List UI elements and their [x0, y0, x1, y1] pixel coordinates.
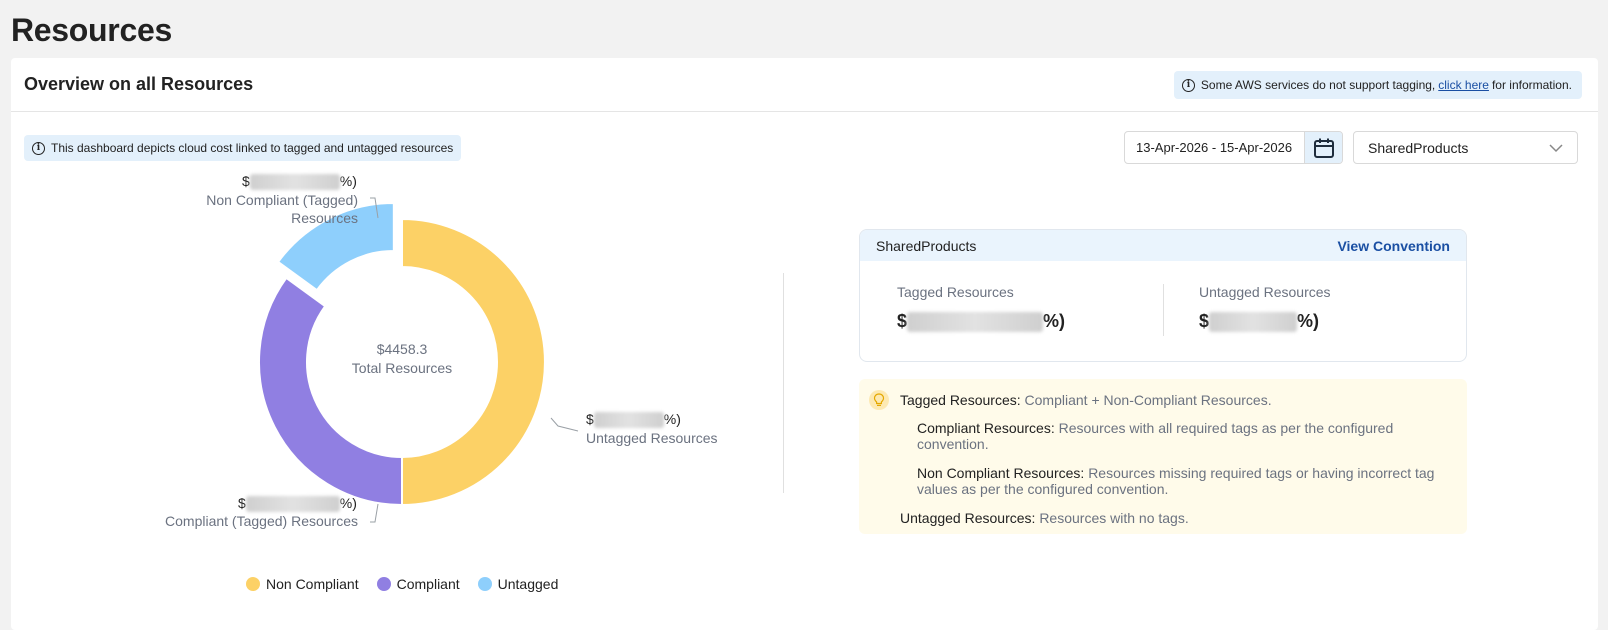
def-tagged: Tagged Resources: Compliant + Non-Compli…: [900, 392, 1272, 408]
tagged-label: Tagged Resources: [897, 284, 1014, 300]
summary-body: Tagged Resources $%) Untagged Resources …: [860, 261, 1466, 361]
noncompliant-value: $%): [242, 173, 357, 191]
aws-note-suffix: for information.: [1491, 78, 1572, 92]
lightbulb-icon: [869, 390, 889, 410]
def-noncompliant-cont: values as per the configured convention.: [917, 481, 1169, 497]
calendar-icon[interactable]: [1304, 132, 1342, 163]
legend-label: Compliant: [396, 576, 460, 592]
leader-line-untagged: [550, 417, 579, 432]
untagged-summary: Untagged Resources $%): [1199, 284, 1331, 333]
def-untagged: Untagged Resources: Resources with no ta…: [900, 510, 1189, 526]
view-convention-link[interactable]: View Convention: [1337, 238, 1450, 254]
chart-legend: Non Compliant Compliant Untagged: [246, 576, 558, 592]
legend-dot: [477, 577, 492, 591]
noncompliant-label: Non Compliant (Tagged) Resources: [206, 192, 358, 226]
legend-label: Non Compliant: [266, 576, 359, 592]
untagged-label: Untagged Resources: [1199, 284, 1331, 300]
date-range-picker[interactable]: 13-Apr-2026 - 15-Apr-2026: [1124, 131, 1343, 164]
tagged-summary: Tagged Resources $%): [897, 284, 1066, 333]
def-compliant-cont: convention.: [917, 436, 989, 452]
legend-item-compliant[interactable]: Compliant: [376, 576, 460, 592]
legend-item-noncompliant[interactable]: Non Compliant: [246, 576, 359, 592]
overview-card: Overview on all Resources i Some AWS ser…: [11, 58, 1598, 630]
compliant-label: Compliant (Tagged) Resources: [165, 513, 358, 529]
info-icon: i: [1181, 78, 1195, 92]
tagged-amount: $%): [897, 311, 1066, 333]
summary-product-name: SharedProducts: [876, 237, 977, 254]
donut-center-value: $4458.3: [377, 341, 428, 357]
summary-card: SharedProducts View Convention Tagged Re…: [859, 229, 1467, 362]
legend-item-untagged[interactable]: Untagged: [477, 576, 559, 592]
summary-header: SharedProducts View Convention: [860, 230, 1466, 261]
donut-center-label: Total Resources: [352, 360, 452, 376]
date-range-value[interactable]: 13-Apr-2026 - 15-Apr-2026: [1125, 140, 1304, 155]
legend-label: Untagged: [497, 576, 559, 592]
legend-dot: [376, 577, 391, 591]
untagged-amount: $%): [1199, 311, 1320, 333]
def-compliant: Compliant Resources: Resources with all …: [917, 420, 1394, 436]
def-noncompliant: Non Compliant Resources: Resources missi…: [917, 465, 1435, 481]
definitions-box: Tagged Resources: Compliant + Non-Compli…: [859, 379, 1467, 534]
chevron-down-icon: [1549, 140, 1563, 156]
untagged-value: $%): [586, 411, 681, 429]
donut-chart: $4458.3 Total Resources: [258, 197, 579, 523]
legend-dot: [246, 577, 260, 591]
summary-divider: [1163, 284, 1164, 336]
product-select[interactable]: SharedProducts: [1353, 131, 1578, 164]
donut-slice-compliant[interactable]: [258, 276, 403, 507]
vertical-divider: [783, 273, 784, 493]
compliant-value: $%): [238, 495, 357, 513]
aws-tagging-banner: i Some AWS services do not support taggi…: [1173, 71, 1582, 99]
product-select-value: SharedProducts: [1368, 139, 1469, 156]
untagged-label: Untagged Resources: [586, 430, 718, 446]
click-here-link[interactable]: click here: [1438, 78, 1489, 92]
leader-line-compliant: [370, 503, 379, 523]
page-title: Resources: [11, 12, 172, 48]
aws-note-text: Some AWS services do not support tagging…: [1200, 78, 1436, 92]
